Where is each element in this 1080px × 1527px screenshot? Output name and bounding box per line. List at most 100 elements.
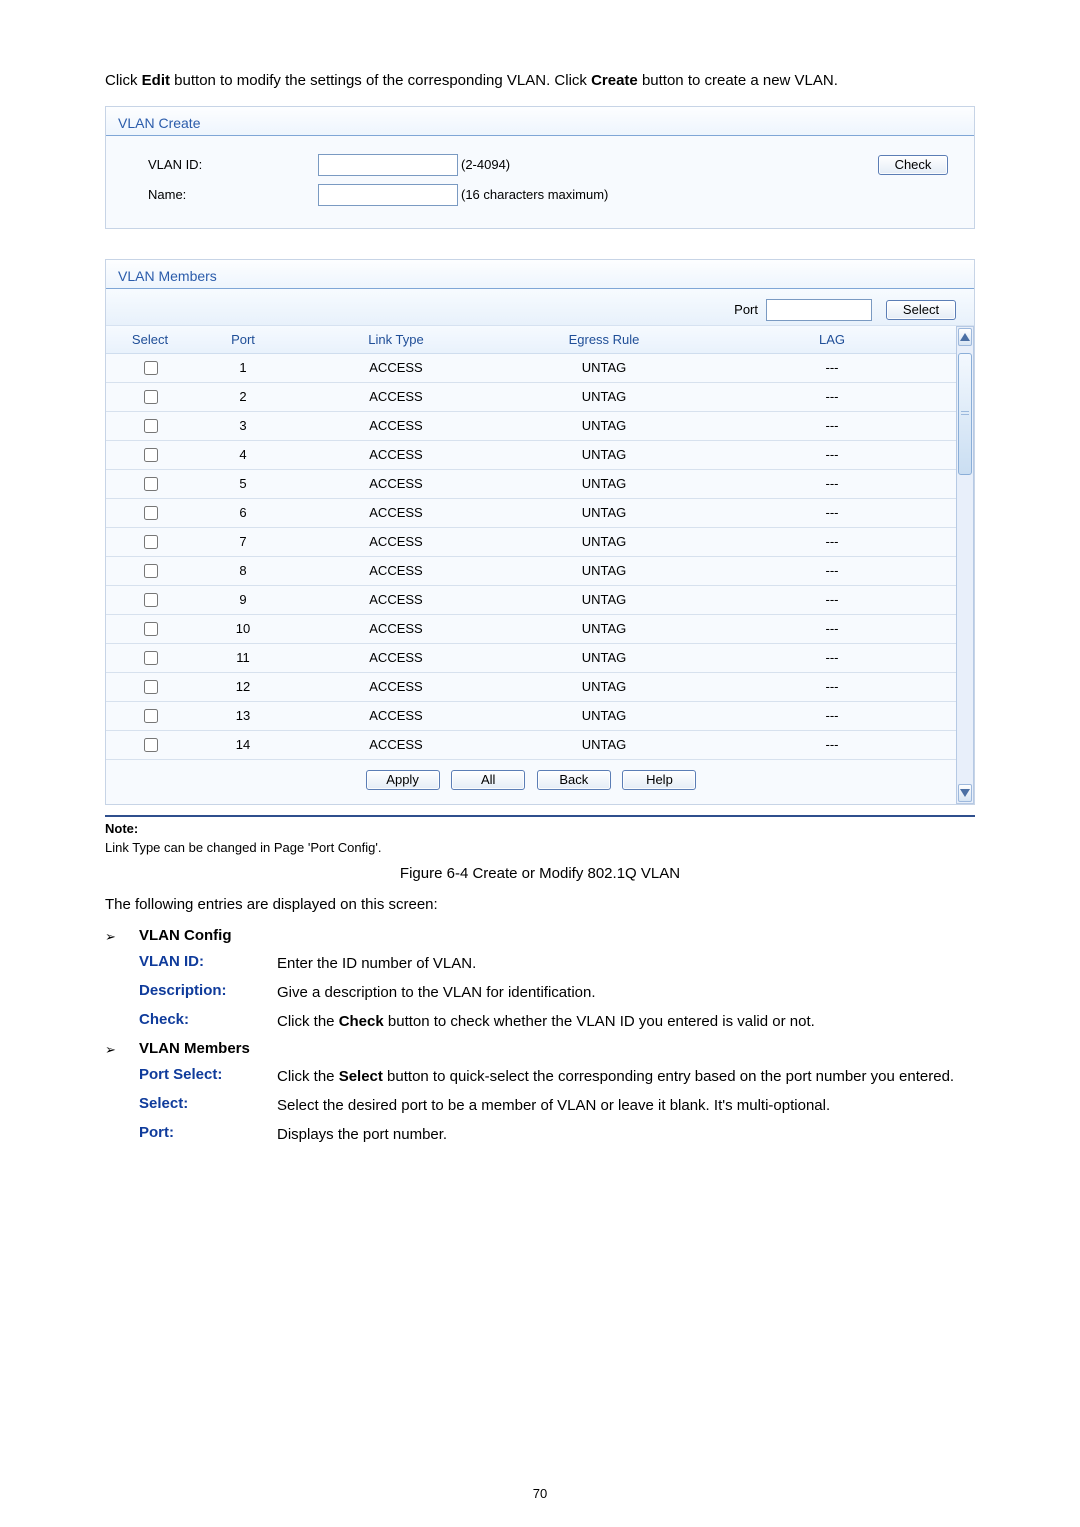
definition-term: Description:	[139, 982, 277, 999]
cell-link-type: ACCESS	[292, 614, 500, 643]
scroll-up-button[interactable]	[958, 328, 972, 346]
scroll-down-button[interactable]	[958, 784, 972, 802]
definition-desc: Displays the port number.	[277, 1124, 975, 1145]
vlan-members-title: VLAN Members	[106, 260, 974, 288]
row-checkbox[interactable]	[144, 593, 158, 607]
vlan-create-title: VLAN Create	[106, 107, 974, 135]
cell-port: 3	[194, 411, 292, 440]
row-checkbox[interactable]	[144, 448, 158, 462]
chevron-down-icon	[960, 789, 970, 797]
table-row: 11ACCESSUNTAG---	[106, 643, 956, 672]
definition-desc-text: button to quick-select the corresponding…	[383, 1068, 954, 1085]
row-checkbox[interactable]	[144, 680, 158, 694]
definition-term: Check:	[139, 1011, 277, 1028]
row-checkbox[interactable]	[144, 390, 158, 404]
port-quick-select-input[interactable]	[766, 299, 872, 321]
definition-row: Description:Give a description to the VL…	[105, 982, 975, 1003]
cell-lag: ---	[708, 411, 956, 440]
table-row: 1ACCESSUNTAG---	[106, 353, 956, 382]
vlan-name-label: Name:	[124, 187, 318, 202]
definition-row: Select:Select the desired port to be a m…	[105, 1095, 975, 1116]
help-button[interactable]: Help	[622, 770, 696, 790]
cell-lag: ---	[708, 498, 956, 527]
row-checkbox[interactable]	[144, 506, 158, 520]
vlan-id-input[interactable]	[318, 154, 458, 176]
table-row: 6ACCESSUNTAG---	[106, 498, 956, 527]
all-button[interactable]: All	[451, 770, 525, 790]
definition-desc: Enter the ID number of VLAN.	[277, 953, 975, 974]
definition-desc-text: Click the	[277, 1013, 339, 1030]
vlan-name-hint: (16 characters maximum)	[453, 187, 956, 202]
cell-egress-rule: UNTAG	[500, 353, 708, 382]
cell-link-type: ACCESS	[292, 440, 500, 469]
table-row: 10ACCESSUNTAG---	[106, 614, 956, 643]
cell-egress-rule: UNTAG	[500, 701, 708, 730]
definition-desc-text: Select the desired port to be a member o…	[277, 1097, 830, 1114]
chevron-up-icon	[960, 333, 970, 341]
table-row: 7ACCESSUNTAG---	[106, 527, 956, 556]
table-row: 12ACCESSUNTAG---	[106, 672, 956, 701]
cell-link-type: ACCESS	[292, 556, 500, 585]
definition-desc: Click the Select button to quick-select …	[277, 1066, 975, 1087]
bullet-arrow-icon: ➢	[105, 1040, 139, 1058]
row-checkbox[interactable]	[144, 564, 158, 578]
intro-edit-bold: Edit	[142, 72, 170, 89]
scrollbar[interactable]	[956, 326, 974, 804]
cell-link-type: ACCESS	[292, 730, 500, 759]
intro-text: button to modify the settings of the cor…	[170, 72, 591, 89]
vlan-name-input[interactable]	[318, 184, 458, 206]
scroll-track[interactable]	[957, 347, 973, 783]
row-checkbox[interactable]	[144, 361, 158, 375]
section-title: VLAN Config	[139, 927, 231, 944]
row-checkbox[interactable]	[144, 709, 158, 723]
col-select: Select	[106, 326, 194, 354]
cell-egress-rule: UNTAG	[500, 730, 708, 759]
table-row: 5ACCESSUNTAG---	[106, 469, 956, 498]
row-checkbox[interactable]	[144, 651, 158, 665]
cell-link-type: ACCESS	[292, 527, 500, 556]
apply-button[interactable]: Apply	[366, 770, 440, 790]
scroll-thumb[interactable]	[958, 353, 972, 475]
row-checkbox[interactable]	[144, 419, 158, 433]
definition-desc: Give a description to the VLAN for ident…	[277, 982, 975, 1003]
cell-link-type: ACCESS	[292, 498, 500, 527]
table-row: 2ACCESSUNTAG---	[106, 382, 956, 411]
note-label: Note:	[105, 821, 975, 836]
definition-desc-text: button to check whether the VLAN ID you …	[384, 1013, 815, 1030]
row-checkbox[interactable]	[144, 535, 158, 549]
col-link-type: Link Type	[292, 326, 500, 354]
cell-egress-rule: UNTAG	[500, 672, 708, 701]
cell-egress-rule: UNTAG	[500, 469, 708, 498]
figure-caption: Figure 6-4 Create or Modify 802.1Q VLAN	[105, 865, 975, 882]
row-checkbox[interactable]	[144, 738, 158, 752]
cell-link-type: ACCESS	[292, 382, 500, 411]
table-row: 9ACCESSUNTAG---	[106, 585, 956, 614]
intro-text: button to create a new VLAN.	[638, 72, 838, 89]
definition-desc-text: Click the	[277, 1068, 339, 1085]
vlan-members-table: Select Port Link Type Egress Rule LAG 1A…	[106, 326, 956, 760]
intro-create-bold: Create	[591, 72, 638, 89]
col-egress-rule: Egress Rule	[500, 326, 708, 354]
cell-lag: ---	[708, 730, 956, 759]
section-vlan-config: ➢ VLAN Config	[105, 927, 975, 945]
cell-egress-rule: UNTAG	[500, 411, 708, 440]
cell-lag: ---	[708, 614, 956, 643]
section-vlan-members: ➢ VLAN Members	[105, 1040, 975, 1058]
definition-term: Select:	[139, 1095, 277, 1112]
check-button[interactable]: Check	[878, 155, 948, 175]
page-number: 70	[0, 1486, 1080, 1501]
select-button[interactable]: Select	[886, 300, 956, 320]
cell-egress-rule: UNTAG	[500, 614, 708, 643]
definition-row: Port:Displays the port number.	[105, 1124, 975, 1145]
definition-term: VLAN ID:	[139, 953, 277, 970]
cell-port: 6	[194, 498, 292, 527]
intro-paragraph: Click Edit button to modify the settings…	[105, 70, 975, 92]
cell-port: 11	[194, 643, 292, 672]
vlan-id-label: VLAN ID:	[124, 157, 318, 172]
bullet-arrow-icon: ➢	[105, 927, 139, 945]
row-checkbox[interactable]	[144, 622, 158, 636]
row-checkbox[interactable]	[144, 477, 158, 491]
definition-row: Check:Click the Check button to check wh…	[105, 1011, 975, 1032]
cell-lag: ---	[708, 672, 956, 701]
back-button[interactable]: Back	[537, 770, 611, 790]
